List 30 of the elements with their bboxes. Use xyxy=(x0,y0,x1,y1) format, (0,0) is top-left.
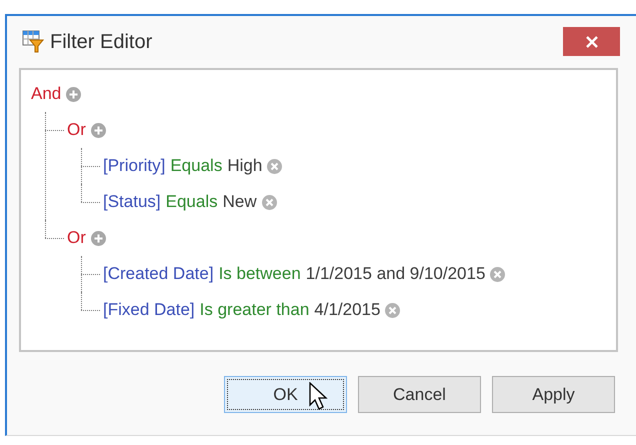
remove-icon[interactable] xyxy=(385,302,400,318)
close-icon xyxy=(584,34,598,48)
condition-field[interactable]: [Created Date] xyxy=(103,264,214,284)
table-filter-icon xyxy=(22,30,44,54)
mouse-pointer-icon xyxy=(309,382,329,412)
dialog-button[interactable]: OK xyxy=(224,376,347,413)
remove-icon[interactable] xyxy=(262,194,277,210)
condition-value[interactable]: New xyxy=(222,192,257,212)
group-operator[interactable]: Or xyxy=(67,228,86,248)
condition-operation[interactable]: Is greater than xyxy=(200,300,310,320)
remove-icon[interactable] xyxy=(267,158,282,174)
condition-value[interactable]: 1/1/2015 and 9/10/2015 xyxy=(306,264,486,284)
condition-operation[interactable]: Is between xyxy=(218,264,301,284)
condition-field[interactable]: [Status] xyxy=(103,192,161,212)
condition-field[interactable]: [Priority] xyxy=(103,156,166,176)
remove-icon[interactable] xyxy=(490,266,506,282)
window-title: Filter Editor xyxy=(50,30,152,54)
condition-operation[interactable]: Equals xyxy=(166,192,218,212)
dialog-button[interactable]: Cancel xyxy=(358,376,481,413)
dialog-button[interactable]: Apply xyxy=(492,376,615,413)
add-icon[interactable] xyxy=(66,86,82,102)
condition-value[interactable]: 4/1/2015 xyxy=(314,300,380,320)
group-operator[interactable]: Or xyxy=(67,120,86,140)
group-operator[interactable]: And xyxy=(31,84,62,104)
condition-field[interactable]: [Fixed Date] xyxy=(103,300,195,320)
close-button[interactable] xyxy=(563,27,620,56)
condition-value[interactable]: High xyxy=(227,156,262,176)
condition-operation[interactable]: Equals xyxy=(170,156,222,176)
add-icon[interactable] xyxy=(90,122,106,138)
add-icon[interactable] xyxy=(90,230,106,246)
